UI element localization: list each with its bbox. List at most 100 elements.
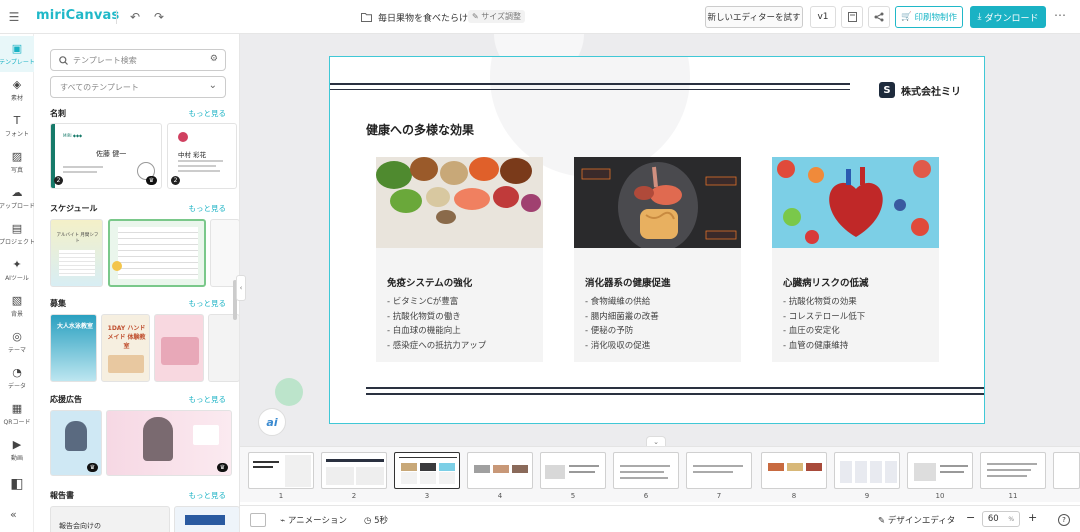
effect-card-heart[interactable]: 心臓病リスクの低減 - 抗酸化物質の効果 - コレステロール低下 - 血圧の安定… <box>772 157 939 362</box>
zoom-in-button[interactable]: + <box>1028 511 1037 524</box>
rail-item-photo[interactable]: ▨ 写真 <box>0 144 34 180</box>
try-new-editor-button[interactable]: 新しいエディターを試す <box>705 6 803 28</box>
template-thumb[interactable] <box>154 314 204 382</box>
page-color-swatch[interactable] <box>250 513 266 527</box>
bullet-item: - 血圧の安定化 <box>783 326 840 336</box>
category-title: 募集 <box>50 299 66 308</box>
collapse-panel-icon[interactable]: « <box>10 508 17 521</box>
page-thumb-10[interactable] <box>907 452 973 489</box>
version-button[interactable]: v1 <box>810 6 836 28</box>
rail-item-data[interactable]: ◔ データ <box>0 360 34 396</box>
page-thumb-12[interactable] <box>1053 452 1080 489</box>
page-thumb-7[interactable] <box>686 452 752 489</box>
folder-icon[interactable] <box>358 9 374 25</box>
page-thumb-2[interactable] <box>321 452 387 489</box>
thumb-text: アルバイト 月間シフト <box>56 233 99 244</box>
category-business-card: 名刺 もっと見る <box>50 108 226 120</box>
more-link[interactable]: もっと見る <box>189 490 227 501</box>
page-number: 5 <box>570 492 576 500</box>
app-logo[interactable]: miriCanvas <box>36 8 119 23</box>
print-order-button[interactable]: 🛒 印刷物制作 <box>895 6 963 28</box>
page-thumb-11[interactable] <box>980 452 1046 489</box>
rail-item-font[interactable]: T フォント <box>0 108 34 144</box>
template-thumb[interactable]: MIRI ◆◆◆ 佐藤 健一 2 ♛ <box>50 123 162 189</box>
effect-card-immune[interactable]: 免疫システムの強化 - ビタミンCが豊富 - 抗酸化物質の働き - 白血球の機能… <box>376 157 543 362</box>
rail-label: アップロード <box>0 202 36 210</box>
slide-title[interactable]: 健康への多様な効果 <box>366 121 474 138</box>
page-thumb-8[interactable] <box>761 452 827 489</box>
page-thumb-4[interactable] <box>467 452 533 489</box>
top-rule <box>330 83 850 85</box>
menu-icon[interactable]: ☰ <box>6 9 22 25</box>
rail-item-background[interactable]: ▧ 背景 <box>0 288 34 324</box>
resize-button[interactable]: ✎ サイズ調整 <box>468 10 526 23</box>
template-thumb[interactable]: ♛ <box>50 410 102 476</box>
download-button[interactable]: ⤓ ダウンロード <box>970 6 1046 28</box>
template-search-input[interactable]: テンプレート検索 ⚙ <box>50 49 226 71</box>
template-thumb[interactable] <box>174 506 239 532</box>
rail-item-ai-tool[interactable]: ✦ AIツール <box>0 252 34 288</box>
template-thumb[interactable]: 報告会向けの <box>50 506 170 532</box>
rail-item-video[interactable]: ▶ 動画 <box>0 432 34 468</box>
rail-label: データ <box>7 382 26 390</box>
chevron-down-icon: ⌄ <box>208 80 217 91</box>
template-thumb[interactable] <box>108 219 206 287</box>
ai-assistant-button[interactable]: ai <box>258 408 286 436</box>
category-recruit: 募集 もっと見る <box>50 298 226 310</box>
rail-item-elements[interactable]: ◈ 素材 <box>0 72 34 108</box>
zoom-field[interactable]: 60 % <box>982 511 1020 527</box>
rail-label: AIツール <box>5 274 29 282</box>
template-thumb[interactable] <box>208 314 239 382</box>
rail-item-qr[interactable]: ▦ QRコード <box>0 396 34 432</box>
duration-button[interactable]: ◷ 5秒 <box>364 514 388 526</box>
rail-item-project[interactable]: ▤ プロジェクト <box>0 216 35 252</box>
rail-item-upload[interactable]: ☁ アップロード <box>0 180 36 216</box>
slide-canvas[interactable]: S 株式会社ミリ 健康への多様な効果 免疫システムの強化 - ビタミンCが豊富 … <box>329 56 985 424</box>
download-icon: ⤓ <box>977 12 982 22</box>
panel-toggle-handle[interactable]: ‹ <box>236 275 246 301</box>
bullet-item: - コレステロール低下 <box>783 311 866 322</box>
filter-icon[interactable]: ⚙ <box>210 54 218 64</box>
download-label: ダウンロード <box>984 13 1039 24</box>
page-thumb-6[interactable] <box>613 452 679 489</box>
effect-card-digestion[interactable]: 消化器系の健康促進 - 食物繊維の供給 - 腸内細菌叢の改善 - 便秘の予防 -… <box>574 157 741 362</box>
page-number: 7 <box>716 492 722 500</box>
page-thumb-3[interactable] <box>394 452 460 489</box>
background-icon: ▧ <box>11 293 23 307</box>
template-thumb[interactable]: ♛ <box>106 410 232 476</box>
template-thumb[interactable]: 1DAY ハンドメイド 体験教室 <box>101 314 150 382</box>
page-thumb-1[interactable] <box>248 452 314 489</box>
more-link[interactable]: もっと見る <box>189 298 227 309</box>
duration-label: 5秒 <box>374 516 389 526</box>
theme-icon: ◎ <box>12 329 22 343</box>
help-icon[interactable]: ? <box>1058 514 1070 526</box>
bullet-item: - ビタミンCが豊富 <box>387 297 459 307</box>
undo-icon[interactable]: ↶ <box>127 9 143 25</box>
bullet-item: - 便秘の予防 <box>585 326 634 336</box>
resize-label: サイズ調整 <box>481 12 522 21</box>
design-editor-button[interactable]: ✎ デザインエディタ <box>878 514 955 526</box>
redo-icon[interactable]: ↷ <box>151 9 167 25</box>
chevron-down-icon[interactable]: ⌄ <box>646 436 666 446</box>
template-thumb[interactable]: アルバイト 月間シフト <box>50 219 103 287</box>
rail-item-theme[interactable]: ◎ テーマ <box>0 324 34 360</box>
page-thumb-5[interactable] <box>540 452 606 489</box>
more-link[interactable]: もっと見る <box>189 394 227 405</box>
zoom-out-button[interactable]: − <box>966 511 975 524</box>
template-thumb[interactable]: 大人水泳教室 <box>50 314 97 382</box>
more-options-icon[interactable]: ⋯ <box>1054 8 1066 22</box>
template-thumb[interactable]: 中村 彩花 2 <box>167 123 237 189</box>
card-name: 中村 彩花 <box>178 151 207 159</box>
more-link[interactable]: もっと見る <box>189 108 227 119</box>
rail-label: 素材 <box>10 94 23 102</box>
rail-item-bookmark[interactable]: ◧ <box>0 466 34 502</box>
rail-item-template[interactable]: ▣ テンプレート <box>0 36 35 72</box>
category-report: 報告書 もっと見る <box>50 490 226 502</box>
animation-button[interactable]: ⌁ アニメーション <box>280 514 347 526</box>
cart-icon: 🛒 <box>900 12 912 22</box>
template-category-select[interactable]: すべてのテンプレート ⌄ <box>50 76 226 98</box>
more-link[interactable]: もっと見る <box>189 203 227 214</box>
share-icon[interactable] <box>868 6 890 28</box>
save-status-icon[interactable] <box>841 6 863 28</box>
page-thumb-9[interactable] <box>834 452 900 489</box>
